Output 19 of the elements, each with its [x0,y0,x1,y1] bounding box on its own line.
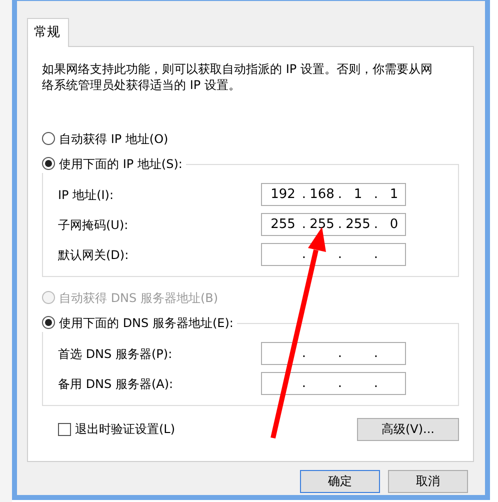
ip-field[interactable]: 255 . 255 . 255 . 0 [261,213,406,236]
ip-label: 默认网关(D): [58,246,129,264]
description-text: 如果网络支持此功能，则可以获取自动指派的 IP 设置。否则，你需要从网络系统管理员处获得适当的 IP 设置。 [42,60,434,92]
radio-option[interactable]: 使用下面的 IP 地址(S): [42,154,186,172]
advanced-button[interactable]: 高级(V)... [357,418,459,440]
cancel-button[interactable]: 取消 [388,470,468,492]
dns-field[interactable]: . . . [261,372,406,395]
ip-label: IP 地址(I): [58,186,114,204]
ip-field[interactable]: . . . [261,243,406,266]
ip-label: 子网掩码(U): [58,216,128,234]
radio-option[interactable]: 自动获得 IP 地址(O) [42,130,459,148]
tab[interactable]: 常规 [27,18,69,46]
dns-label: 备用 DNS 服务器(A): [58,376,174,392]
validate-checkbox[interactable]: 退出时验证设置(L) [58,420,176,438]
ok-button[interactable]: 确定 [300,470,380,492]
dns-label: 首选 DNS 服务器(P): [58,346,172,362]
radio-option[interactable]: 使用下面的 DNS 服务器地址(E): [42,314,238,332]
dns-field[interactable]: . . . [261,342,406,365]
ip-field[interactable]: 192 . 168 . 1 . 1 [261,183,406,206]
